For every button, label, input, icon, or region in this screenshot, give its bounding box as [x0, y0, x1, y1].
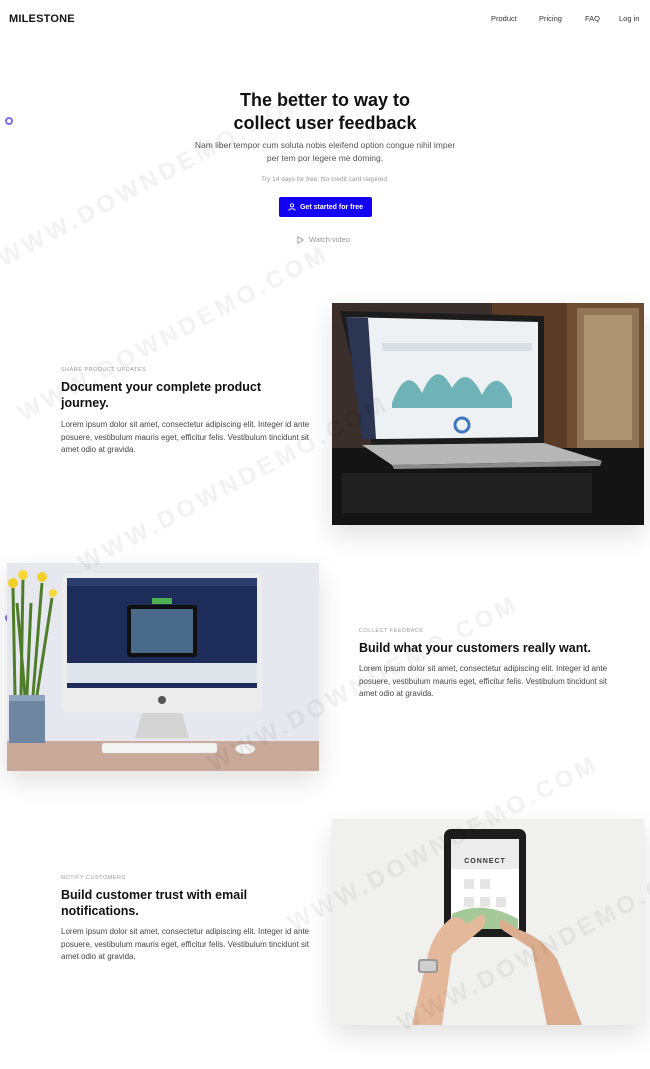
hero-title-line1: The better to way to	[239, 90, 410, 110]
tablet-connect-text: CONNECT	[464, 858, 506, 865]
nav-faq[interactable]: FAQ	[585, 14, 600, 23]
get-started-button[interactable]: Get started for free	[279, 197, 372, 217]
feature-1-title: Document your complete product journey.	[61, 380, 262, 410]
hero-subtitle: Nam liber tempor cum soluta nobis eleife…	[194, 140, 456, 163]
top-nav: MILESTONE Product Pricing FAQ Log in	[0, 0, 650, 38]
feature-2-body: Lorem ipsum dolor sit amet, consectetur …	[359, 664, 608, 698]
feature-3-body: Lorem ipsum dolor sit amet, consectetur …	[61, 927, 310, 961]
desktop-computer-image	[7, 563, 319, 771]
watch-video-link[interactable]: Watch video	[297, 235, 350, 244]
brand-logo[interactable]: MILESTONE	[9, 13, 75, 25]
feature-2-label: COLLECT FEEDBACK	[359, 628, 424, 634]
hero-title-line2: collect user feedback	[233, 113, 417, 133]
laptop-dashboard-image	[332, 303, 644, 525]
play-icon	[297, 235, 304, 244]
user-icon	[288, 203, 296, 211]
trial-note: Try 14 days for free. No credit card req…	[261, 176, 389, 183]
feature-2-title: Build what your customers really want.	[359, 641, 592, 655]
feature-1-label: SHARE PRODUCT UPDATES	[61, 367, 147, 373]
settings-dot-icon[interactable]	[5, 117, 13, 125]
tablet-hands-image: CONNECT	[332, 819, 644, 1025]
feature-3-label: NOTIFY CUSTOMERS	[61, 875, 126, 881]
feature-3-title: Build customer trust with email notifica…	[61, 888, 248, 918]
nav-pricing[interactable]: Pricing	[539, 14, 562, 23]
nav-login[interactable]: Log in	[619, 14, 639, 23]
watch-video-label: Watch video	[309, 235, 350, 244]
feature-1-body: Lorem ipsum dolor sit amet, consectetur …	[61, 420, 310, 454]
get-started-label: Get started for free	[299, 203, 364, 211]
hero-title: The better to way to collect user feedba…	[150, 89, 500, 135]
nav-product[interactable]: Product	[491, 14, 517, 23]
